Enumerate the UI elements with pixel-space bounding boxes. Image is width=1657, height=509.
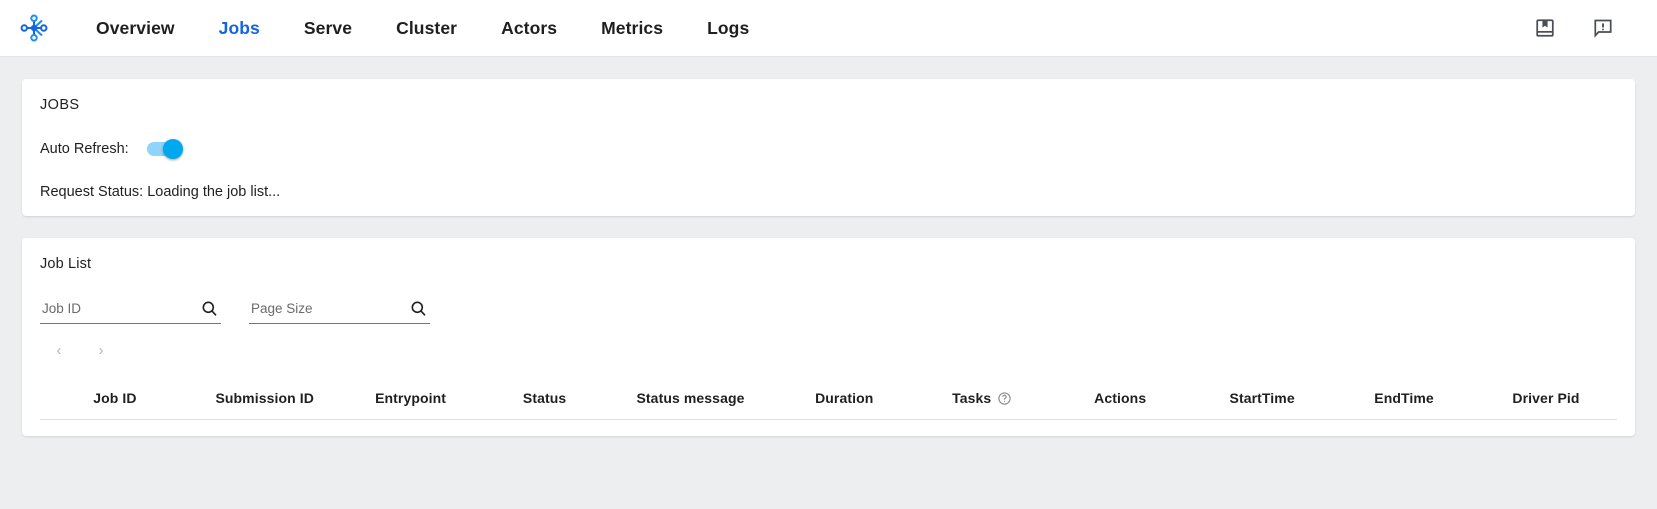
page-size-field[interactable] (249, 298, 430, 324)
search-icon[interactable] (199, 298, 219, 318)
column-label: Actions (1094, 390, 1147, 406)
column-label: Status message (636, 390, 745, 406)
top-navbar: Overview Jobs Serve Cluster Actors Metri… (0, 0, 1657, 57)
nav-link-actors[interactable]: Actors (479, 12, 579, 45)
job-table: Job ID Submission ID Entrypoint Status S… (40, 379, 1617, 420)
column-header-job-id[interactable]: Job ID (40, 379, 190, 420)
pagination: ‹ › (46, 337, 1617, 363)
nav-link-serve[interactable]: Serve (282, 12, 374, 45)
nav-link-logs[interactable]: Logs (685, 12, 771, 45)
nav-link-jobs[interactable]: Jobs (197, 12, 282, 45)
ray-logo[interactable] (12, 6, 56, 50)
column-header-starttime[interactable]: StartTime (1191, 379, 1334, 420)
navbar-actions (1531, 14, 1631, 42)
column-header-submission-id[interactable]: Submission ID (189, 379, 340, 420)
job-list-title: Job List (40, 256, 92, 272)
column-header-actions[interactable]: Actions (1049, 379, 1192, 420)
page-size-input[interactable] (251, 300, 402, 316)
column-label: EndTime (1374, 390, 1434, 406)
feedback-icon[interactable] (1589, 14, 1617, 42)
column-header-status[interactable]: Status (481, 379, 608, 420)
nav-link-cluster[interactable]: Cluster (374, 12, 479, 45)
job-list-filters (40, 298, 1617, 324)
nav-link-overview[interactable]: Overview (74, 12, 197, 45)
column-header-duration[interactable]: Duration (773, 379, 916, 420)
request-status-text: Request Status: Loading the job list... (40, 184, 281, 200)
nav-link-metrics[interactable]: Metrics (579, 12, 685, 45)
jobs-card: JOBS Auto Refresh: Request Status: Loadi… (22, 79, 1635, 216)
job-id-input[interactable] (42, 300, 193, 316)
auto-refresh-toggle[interactable] (139, 130, 197, 168)
column-header-endtime[interactable]: EndTime (1333, 379, 1475, 420)
help-icon[interactable] (997, 391, 1012, 406)
page-body: JOBS Auto Refresh: Request Status: Loadi… (0, 57, 1657, 436)
toggle-thumb (162, 139, 183, 159)
column-header-entrypoint[interactable]: Entrypoint (339, 379, 482, 420)
column-label: Duration (815, 390, 874, 406)
column-header-driver-pid[interactable]: Driver Pid (1475, 379, 1617, 420)
search-icon[interactable] (408, 298, 428, 318)
column-label: Job ID (93, 390, 137, 406)
auto-refresh-row: Auto Refresh: (40, 130, 1617, 168)
job-id-field[interactable] (40, 298, 221, 324)
auto-refresh-label: Auto Refresh: (40, 141, 129, 157)
prev-page-button[interactable]: ‹ (46, 337, 72, 363)
nav-links: Overview Jobs Serve Cluster Actors Metri… (74, 12, 771, 45)
job-table-header-row: Job ID Submission ID Entrypoint Status S… (40, 379, 1617, 420)
column-header-tasks[interactable]: Tasks (915, 379, 1050, 420)
column-label: Status (522, 390, 567, 406)
column-label: Submission ID (215, 390, 314, 406)
column-label: Entrypoint (375, 390, 447, 406)
column-label: Tasks (952, 390, 992, 406)
jobs-card-title: JOBS (40, 97, 80, 113)
job-list-card: Job List Job ID Page Size ‹ › Job ID Sub… (22, 238, 1635, 436)
column-label: StartTime (1229, 390, 1295, 406)
documentation-icon[interactable] (1531, 14, 1559, 42)
column-label: Driver Pid (1512, 390, 1580, 406)
next-page-button[interactable]: › (88, 337, 114, 363)
column-header-status-message[interactable]: Status message (607, 379, 774, 420)
